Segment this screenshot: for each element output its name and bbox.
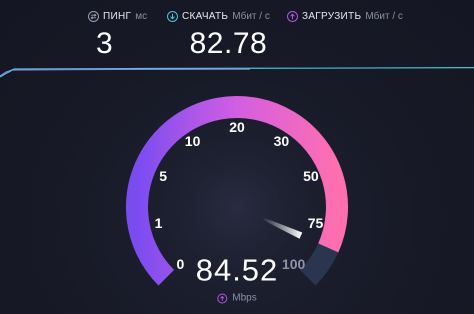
speedtest-app: ПИНГ мс 3 СКАЧАТЬ Мбит / с 82.78 ЗАГРУЗИ… <box>0 0 474 314</box>
gauge-tick-30: 30 <box>273 132 290 149</box>
gauge-tick-50: 50 <box>303 168 319 185</box>
current-speed-value: 84.52 <box>195 252 279 288</box>
gauge-tick-100: 100 <box>281 255 306 272</box>
gauge-tick-5: 5 <box>159 168 167 185</box>
gauge-tick-0: 0 <box>176 255 185 272</box>
gauge-tick-20: 20 <box>229 119 245 135</box>
upload-icon <box>217 293 228 303</box>
gauge-tick-75: 75 <box>307 214 324 231</box>
speed-unit: Mbps <box>232 292 257 304</box>
gauge-tick-1: 1 <box>154 214 163 231</box>
gauge-tick-10: 10 <box>184 132 201 149</box>
speed-unit-row: Mbps <box>217 292 257 304</box>
